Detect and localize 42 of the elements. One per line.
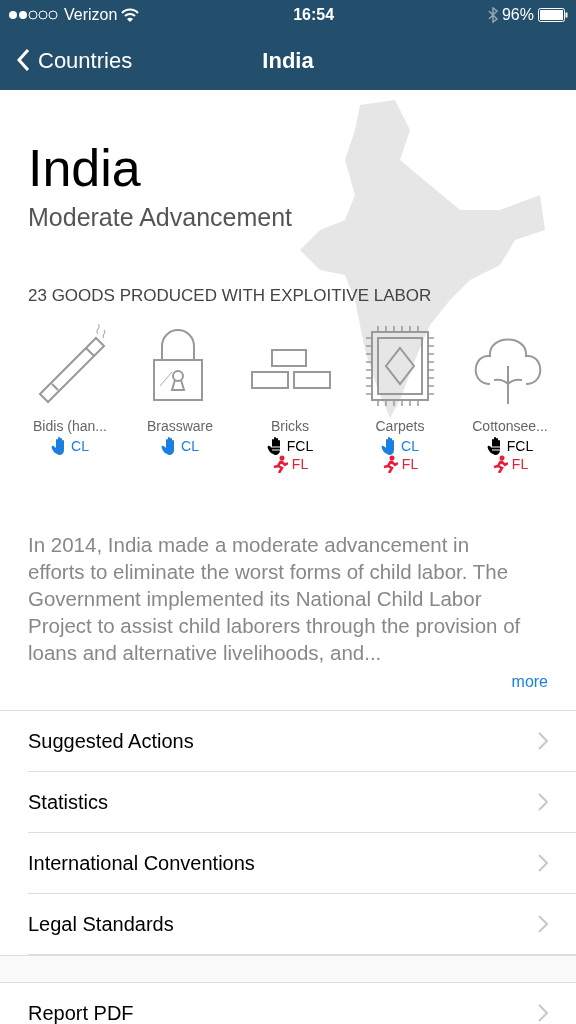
chevron-right-icon	[538, 854, 548, 872]
battery-icon	[538, 8, 568, 22]
labor-tag: CL	[71, 437, 89, 456]
section-label: Suggested Actions	[28, 729, 194, 754]
more-link[interactable]: more	[511, 673, 548, 691]
section-row[interactable]: Report PDF	[28, 983, 576, 1024]
back-button[interactable]: Countries	[0, 43, 133, 77]
wifi-icon	[121, 8, 140, 22]
good-name: Bidis (han...	[33, 417, 107, 437]
chevron-right-icon	[538, 915, 548, 933]
labor-tag: CL	[401, 437, 419, 456]
goods-heading: 23 GOODS PRODUCED WITH EXPLOITIVE LABOR	[28, 284, 433, 307]
labor-tag: FCL	[286, 437, 314, 456]
labor-tag: FL	[511, 455, 529, 474]
good-name: Carpets	[375, 417, 425, 437]
section-row[interactable]: Suggested Actions	[28, 711, 576, 772]
clock: 16:54	[293, 5, 335, 25]
chevron-right-icon	[538, 793, 548, 811]
good-name: Cottonsee...	[472, 417, 548, 437]
section-row[interactable]: International Conventions	[28, 833, 576, 894]
country-name: India	[28, 140, 142, 198]
battery-percent: 96%	[501, 5, 534, 25]
labor-tag: FL	[291, 455, 309, 474]
good-name: Brassware	[146, 417, 214, 437]
nav-title: India	[262, 46, 314, 75]
chevron-right-icon	[538, 732, 548, 750]
bluetooth-icon	[487, 7, 498, 23]
summary-paragraph: In 2014, India made a moderate advancement in efforts to eliminate the worst forms of child labor. The Government implemented its National Child Labor Project to assist child laborers through the provision of loans and alternative livelihoods, and...	[28, 532, 522, 667]
section-label: Legal Standards	[28, 912, 174, 937]
labor-tag: FL	[401, 455, 419, 474]
signal-icon	[8, 9, 60, 21]
good-name: Bricks	[270, 417, 310, 437]
labor-tag: CL	[181, 437, 199, 456]
chevron-right-icon	[538, 1004, 548, 1022]
section-label: Report PDF	[28, 1001, 134, 1024]
section-row[interactable]: Statistics	[28, 772, 576, 833]
section-label: Statistics	[28, 790, 109, 815]
carrier-name: Verizon	[64, 5, 118, 25]
assessment-level: Moderate Advancement	[28, 202, 294, 234]
section-label: International Conventions	[28, 851, 255, 876]
labor-tag: FCL	[506, 437, 534, 456]
back-chevron-icon	[16, 48, 30, 72]
